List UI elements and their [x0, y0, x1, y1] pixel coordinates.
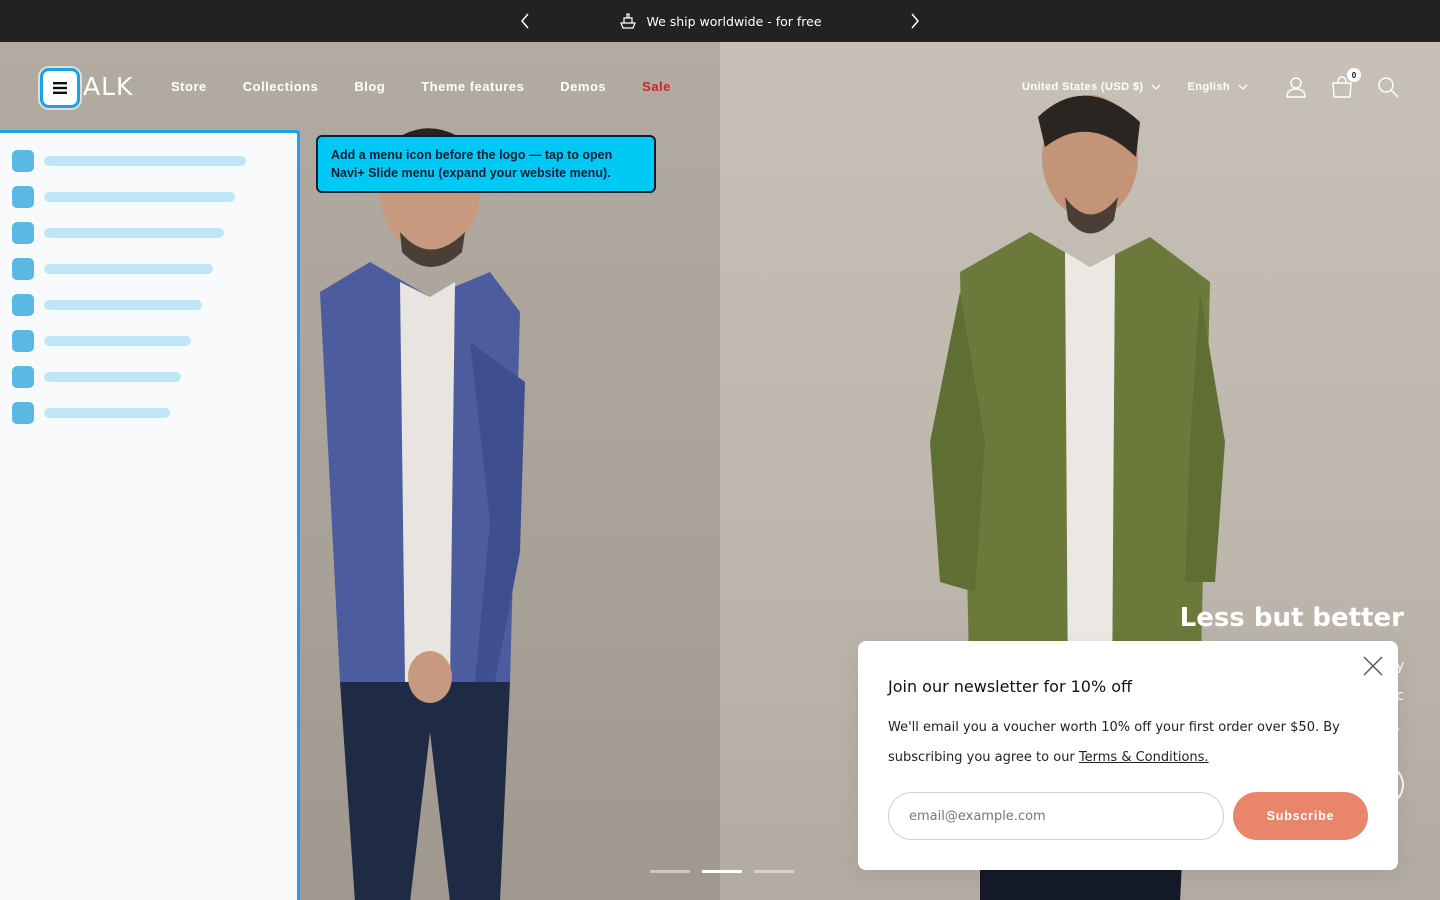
newsletter-description: We'll email you a voucher worth 10% off …: [888, 713, 1368, 773]
menu-item-icon: [12, 330, 34, 352]
menu-item-placeholder: [44, 300, 202, 310]
nav-item-theme-features[interactable]: Theme features: [421, 79, 524, 94]
newsletter-title: Join our newsletter for 10% off: [888, 677, 1133, 696]
chevron-down-icon: [1238, 84, 1248, 90]
terms-link[interactable]: Terms & Conditions.: [1079, 750, 1209, 765]
search-button[interactable]: [1376, 75, 1400, 99]
account-button[interactable]: [1284, 75, 1308, 99]
slide-menu-item[interactable]: [12, 330, 191, 352]
hamburger-menu-icon: [53, 82, 67, 94]
menu-toggle-button[interactable]: [40, 68, 80, 108]
chevron-left-icon: [521, 13, 529, 29]
menu-item-icon: [12, 402, 34, 424]
language-selector[interactable]: English: [1187, 81, 1248, 93]
announcement-bar: We ship worldwide - for free: [0, 0, 1440, 42]
hero-title: Less but better: [1179, 603, 1404, 633]
slide-pagination: [650, 870, 794, 873]
slide-menu-panel: [0, 130, 300, 900]
close-icon: [1363, 656, 1383, 676]
currency-selector[interactable]: United States (USD $): [1022, 81, 1161, 93]
chevron-down-icon: [1152, 84, 1161, 90]
hero-person-left: [320, 128, 525, 900]
main-nav: Store Collections Blog Theme features De…: [171, 79, 707, 94]
slide-menu-item[interactable]: [12, 150, 246, 172]
site-logo[interactable]: ALK: [83, 72, 133, 101]
menu-item-icon: [12, 186, 34, 208]
announcement-message: We ship worldwide - for free: [618, 12, 822, 30]
slide-menu-item[interactable]: [12, 402, 170, 424]
cart-count-badge: 0: [1347, 68, 1361, 82]
menu-item-placeholder: [44, 408, 170, 418]
search-icon: [1378, 77, 1399, 98]
language-label: English: [1187, 81, 1230, 93]
slide-menu-item[interactable]: [12, 294, 202, 316]
subscribe-button[interactable]: Subscribe: [1233, 792, 1368, 840]
nav-item-demos[interactable]: Demos: [560, 79, 606, 94]
cart-button[interactable]: 0: [1330, 68, 1361, 99]
slide-menu-item[interactable]: [12, 186, 235, 208]
popup-close-button[interactable]: [1362, 655, 1384, 677]
ship-icon: [620, 13, 637, 29]
nav-item-store[interactable]: Store: [171, 79, 207, 94]
slide-dot-2[interactable]: [702, 870, 742, 873]
nav-item-blog[interactable]: Blog: [354, 79, 385, 94]
menu-item-placeholder: [44, 336, 191, 346]
menu-item-placeholder: [44, 192, 235, 202]
menu-item-icon: [12, 222, 34, 244]
menu-item-icon: [12, 258, 34, 280]
site-header: ALK Store Collections Blog Theme feature…: [0, 42, 1440, 132]
menu-item-placeholder: [44, 228, 224, 238]
newsletter-popup: Join our newsletter for 10% off We'll em…: [858, 641, 1398, 870]
announcement-next-button[interactable]: [905, 11, 925, 31]
nav-item-collections[interactable]: Collections: [243, 79, 319, 94]
user-icon: [1286, 77, 1306, 98]
menu-item-placeholder: [44, 372, 181, 382]
slide-menu-item[interactable]: [12, 258, 213, 280]
slide-menu-item[interactable]: [12, 222, 224, 244]
currency-label: United States (USD $): [1021, 81, 1144, 93]
onboarding-tooltip: Add a menu icon before the logo — tap to…: [316, 135, 656, 193]
chevron-right-icon: [911, 13, 919, 29]
slide-menu-item[interactable]: [12, 366, 181, 388]
announcement-prev-button[interactable]: [515, 11, 535, 31]
email-input[interactable]: [888, 792, 1224, 840]
menu-item-icon: [12, 366, 34, 388]
slide-dot-3[interactable]: [754, 870, 794, 873]
menu-item-placeholder: [44, 264, 213, 274]
menu-item-placeholder: [44, 156, 246, 166]
announcement-text: We ship worldwide - for free: [646, 13, 822, 29]
nav-item-sale[interactable]: Sale: [642, 79, 671, 94]
header-utilities: United States (USD $) English 0: [1022, 68, 1400, 102]
menu-item-icon: [12, 150, 34, 172]
slide-dot-1[interactable]: [650, 870, 690, 873]
menu-item-icon: [12, 294, 34, 316]
